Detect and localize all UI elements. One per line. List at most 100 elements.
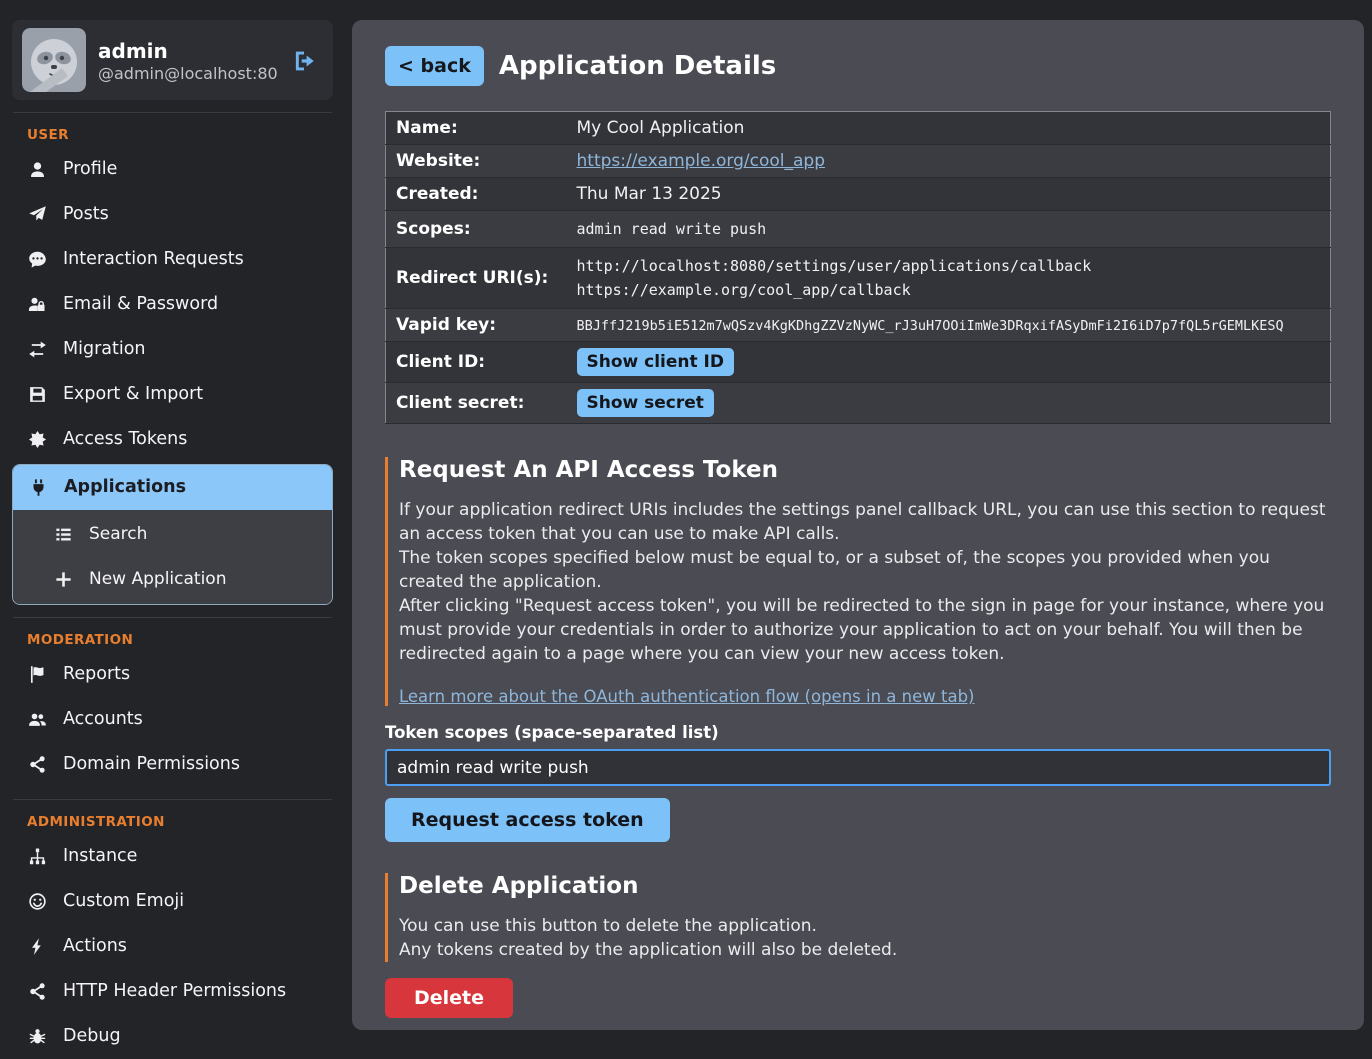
sidebar-item-accounts[interactable]: Accounts xyxy=(0,697,345,742)
sidebar-item-label: Applications xyxy=(64,475,186,500)
delete-application-heading: Delete Application xyxy=(399,873,1331,899)
sidebar-item-label: Migration xyxy=(63,337,146,362)
table-row: Scopes:admin read write push xyxy=(386,211,1331,248)
website-link[interactable]: https://example.org/cool_app xyxy=(577,151,826,171)
row-value: Thu Mar 13 2025 xyxy=(567,178,1331,211)
mono-value: https://example.org/cool_app/callback xyxy=(577,278,1321,302)
sidebar-item-instance[interactable]: Instance xyxy=(0,834,345,879)
sidebar-item-actions[interactable]: Actions xyxy=(0,924,345,969)
row-value: BBJffJ219b5iE512m7wQSzv4KgKDhgZZVzNyWC_r… xyxy=(567,309,1331,342)
sidebar-item-label: New Application xyxy=(89,567,226,592)
row-label: Created: xyxy=(386,178,567,211)
sidebar-item-label: HTTP Header Permissions xyxy=(63,979,286,1004)
user-names: admin @admin@localhost:80... xyxy=(98,38,278,83)
bolt-icon xyxy=(27,937,48,956)
user-lock-icon xyxy=(27,295,48,314)
back-button[interactable]: < back xyxy=(385,46,484,86)
sidebar-item-access-tokens[interactable]: Access Tokens xyxy=(0,417,345,462)
sidebar-divider xyxy=(13,112,332,113)
vapid-key-value: BBJffJ219b5iE512m7wQSzv4KgKDhgZZVzNyWC_r… xyxy=(577,318,1284,334)
sidebar-item-custom-emoji[interactable]: Custom Emoji xyxy=(0,879,345,924)
sidebar-item-http-header-permissions[interactable]: HTTP Header Permissions xyxy=(0,969,345,1014)
users-icon xyxy=(27,710,48,729)
sidebar-item-reports[interactable]: Reports xyxy=(0,652,345,697)
table-row: Client secret: Show secret xyxy=(386,383,1331,424)
sidebar-group-applications: Applications Search New Application xyxy=(12,464,333,605)
plus-icon xyxy=(53,570,74,589)
sidebar-item-label: Domain Permissions xyxy=(63,752,240,777)
table-row: Name: My Cool Application xyxy=(386,112,1331,145)
share-nodes-icon xyxy=(27,755,48,774)
text-value: My Cool Application xyxy=(577,118,745,138)
row-value: My Cool Application xyxy=(567,112,1331,145)
application-details-panel: < back Application Details Name: My Cool … xyxy=(352,20,1364,1030)
sidebar-item-label: Instance xyxy=(63,844,137,869)
sidebar-item-applications[interactable]: Applications xyxy=(13,465,332,510)
floppy-disk-icon xyxy=(27,385,48,404)
token-scopes-input[interactable] xyxy=(385,749,1331,786)
row-label: Client ID: xyxy=(386,342,567,383)
sidebar-divider xyxy=(13,617,332,618)
sidebar-subitems: Search New Application xyxy=(13,510,332,604)
sidebar-divider xyxy=(13,799,332,800)
share-nodes-icon xyxy=(27,982,48,1001)
avatar xyxy=(22,28,86,92)
delete-application-section: Delete Application You can use this butt… xyxy=(385,873,1331,962)
sidebar-item-email-password[interactable]: Email & Password xyxy=(0,282,345,327)
arrows-swap-icon xyxy=(27,340,48,359)
sidebar-item-label: Interaction Requests xyxy=(63,247,244,272)
application-details-table: Name: My Cool Application Website: https://… xyxy=(385,111,1331,424)
sidebar-item-label: Access Tokens xyxy=(63,427,187,452)
plug-icon xyxy=(28,478,49,497)
sidebar-item-label: Reports xyxy=(63,662,130,687)
delete-button[interactable]: Delete xyxy=(385,978,513,1018)
sidebar-item-new-application[interactable]: New Application xyxy=(13,557,332,602)
show-secret-button[interactable]: Show secret xyxy=(577,389,714,417)
row-label: Client secret: xyxy=(386,383,567,424)
sidebar-item-label: Actions xyxy=(63,934,127,959)
flag-icon xyxy=(27,665,48,684)
row-label: Redirect URI(s): xyxy=(386,248,567,309)
user-icon xyxy=(27,160,48,179)
sidebar-item-export-import[interactable]: Export & Import xyxy=(0,372,345,417)
mono-value: http://localhost:8080/settings/user/appl… xyxy=(577,254,1321,278)
oauth-docs-link[interactable]: Learn more about the OAuth authenticatio… xyxy=(399,687,975,706)
page-header: < back Application Details xyxy=(385,46,1331,86)
delete-application-text: You can use this button to delete the ap… xyxy=(399,914,1331,938)
request-token-paragraph: The token scopes specified below must be… xyxy=(399,546,1331,594)
logout-icon[interactable] xyxy=(291,48,317,74)
sidebar-item-label: Email & Password xyxy=(63,292,218,317)
sidebar-item-label: Accounts xyxy=(63,707,143,732)
row-label: Website: xyxy=(386,145,567,178)
sitemap-icon xyxy=(27,847,48,866)
delete-application-text: Any tokens created by the application wi… xyxy=(399,938,1331,962)
sidebar-item-posts[interactable]: Posts xyxy=(0,192,345,237)
sidebar-item-migration[interactable]: Migration xyxy=(0,327,345,372)
request-token-paragraph: After clicking "Request access token", y… xyxy=(399,594,1331,666)
sidebar-item-debug[interactable]: Debug xyxy=(0,1014,345,1059)
sidebar-item-profile[interactable]: Profile xyxy=(0,147,345,192)
user-card: admin @admin@localhost:80... xyxy=(12,20,333,100)
sidebar-item-domain-permissions[interactable]: Domain Permissions xyxy=(0,742,345,787)
row-value: admin read write push xyxy=(567,211,1331,248)
user-handle: @admin@localhost:80... xyxy=(98,64,278,83)
page-title: Application Details xyxy=(499,51,776,81)
table-row: Redirect URI(s): http://localhost:8080/se… xyxy=(386,248,1331,309)
sidebar-item-label: Posts xyxy=(63,202,109,227)
row-value: Show client ID xyxy=(567,342,1331,383)
show-client-id-button[interactable]: Show client ID xyxy=(577,348,735,376)
sidebar-item-label: Export & Import xyxy=(63,382,203,407)
row-label: Name: xyxy=(386,112,567,145)
comment-dots-icon xyxy=(27,250,48,269)
sidebar-item-label: Profile xyxy=(63,157,117,182)
list-icon xyxy=(53,525,74,544)
table-row: Website: https://example.org/cool_app xyxy=(386,145,1331,178)
certificate-icon xyxy=(27,430,48,449)
sidebar-item-label: Search xyxy=(89,522,147,547)
text-value: Thu Mar 13 2025 xyxy=(577,184,722,204)
mono-value: admin read write push xyxy=(577,220,767,238)
sidebar-item-search[interactable]: Search xyxy=(13,512,332,557)
request-access-token-button[interactable]: Request access token xyxy=(385,798,670,842)
sidebar-item-interaction-requests[interactable]: Interaction Requests xyxy=(0,237,345,282)
face-smile-icon xyxy=(27,892,48,911)
